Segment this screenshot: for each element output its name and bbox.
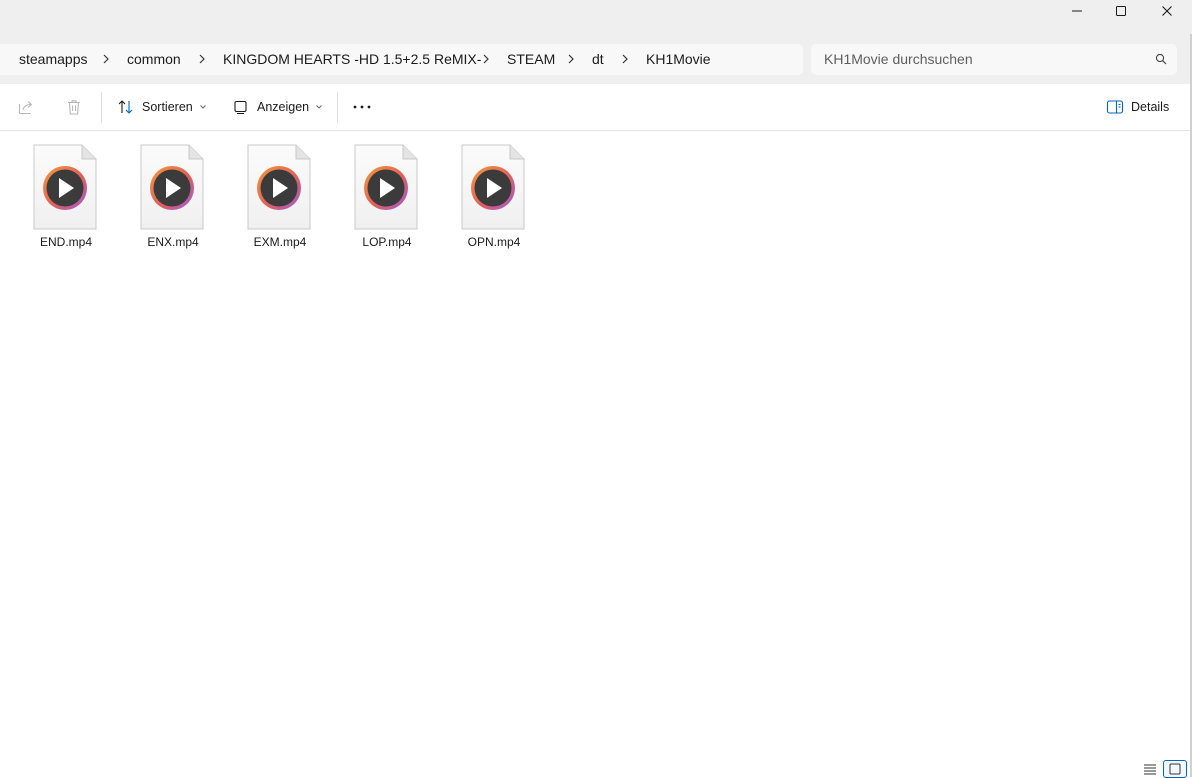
list-view-icon [1144,764,1156,774]
close-icon [1162,6,1172,16]
breadcrumb-item-kingdom-hearts[interactable]: KINGDOM HEARTS -HD 1.5+2.5 ReMIX- [223,44,481,75]
breadcrumb-item-common[interactable]: common [127,44,181,75]
breadcrumb-item-steamapps[interactable]: steamapps [19,44,87,75]
details-button[interactable]: Details [1106,92,1169,122]
large-icons-view-icon [1169,763,1181,775]
address-row: steamapps common KINGDOM HEARTS -HD 1.5+… [0,34,1192,85]
chevron-right-icon[interactable] [196,53,208,65]
file-name: END.mp4 [39,235,92,249]
more-button[interactable] [352,92,372,122]
chevron-down-icon [316,105,322,109]
sort-button[interactable]: Sortieren [117,92,208,122]
file-list[interactable]: END.mp4 ENX.mp4 EXM.mp4 LOP.mp4 OPN.mp4 [0,131,1190,777]
delete-button[interactable] [65,92,83,122]
view-label: Anzeigen [257,100,310,114]
close-button[interactable] [1144,0,1190,22]
file-item[interactable]: LOP.mp4 [337,144,437,254]
file-item[interactable]: EXM.mp4 [230,144,330,254]
chevron-right-icon[interactable] [480,53,492,65]
details-pane-icon [1106,100,1124,114]
minimize-button[interactable] [1054,0,1100,22]
search-icon[interactable] [1155,53,1167,65]
breadcrumb-item-dt[interactable]: dt [592,44,604,75]
video-file-icon [461,144,525,230]
command-bar: Sortieren Anzeigen Details [0,84,1192,131]
maximize-icon [1116,6,1126,16]
file-item[interactable]: OPN.mp4 [444,144,544,254]
file-name: OPN.mp4 [467,235,521,249]
details-label: Details [1131,100,1170,114]
share-button[interactable] [17,92,35,122]
search-placeholder: KH1Movie durchsuchen [824,51,973,67]
file-name: LOP.mp4 [362,235,412,249]
video-file-icon [354,144,418,230]
large-icons-view-button[interactable] [1163,760,1187,778]
file-item[interactable]: END.mp4 [16,144,116,254]
sort-icon [118,100,133,114]
view-icon [234,100,247,114]
file-name: ENX.mp4 [147,235,199,249]
breadcrumb-item-steam[interactable]: STEAM [507,44,555,75]
breadcrumb[interactable]: steamapps common KINGDOM HEARTS -HD 1.5+… [0,44,803,75]
search-input[interactable]: KH1Movie durchsuchen [811,44,1177,75]
video-file-icon [247,144,311,230]
file-item[interactable]: ENX.mp4 [123,144,223,254]
minimize-icon [1072,10,1082,12]
video-file-icon [140,144,204,230]
share-icon [18,101,33,115]
chevron-down-icon [199,105,206,109]
breadcrumb-item-kh1movie[interactable]: KH1Movie [646,44,711,75]
title-bar [0,0,1192,34]
chevron-right-icon[interactable] [565,53,577,65]
toolbar-separator [101,92,102,123]
chevron-right-icon[interactable] [100,53,112,65]
view-button[interactable]: Anzeigen [233,92,324,122]
file-name: EXM.mp4 [253,235,307,249]
trash-icon [68,100,80,115]
chevron-right-icon[interactable] [619,53,631,65]
toolbar-separator [337,92,338,123]
sort-label: Sortieren [142,100,193,114]
maximize-button[interactable] [1098,0,1144,22]
video-file-icon [33,144,97,230]
details-view-button[interactable] [1139,760,1161,777]
more-icon [353,105,371,109]
